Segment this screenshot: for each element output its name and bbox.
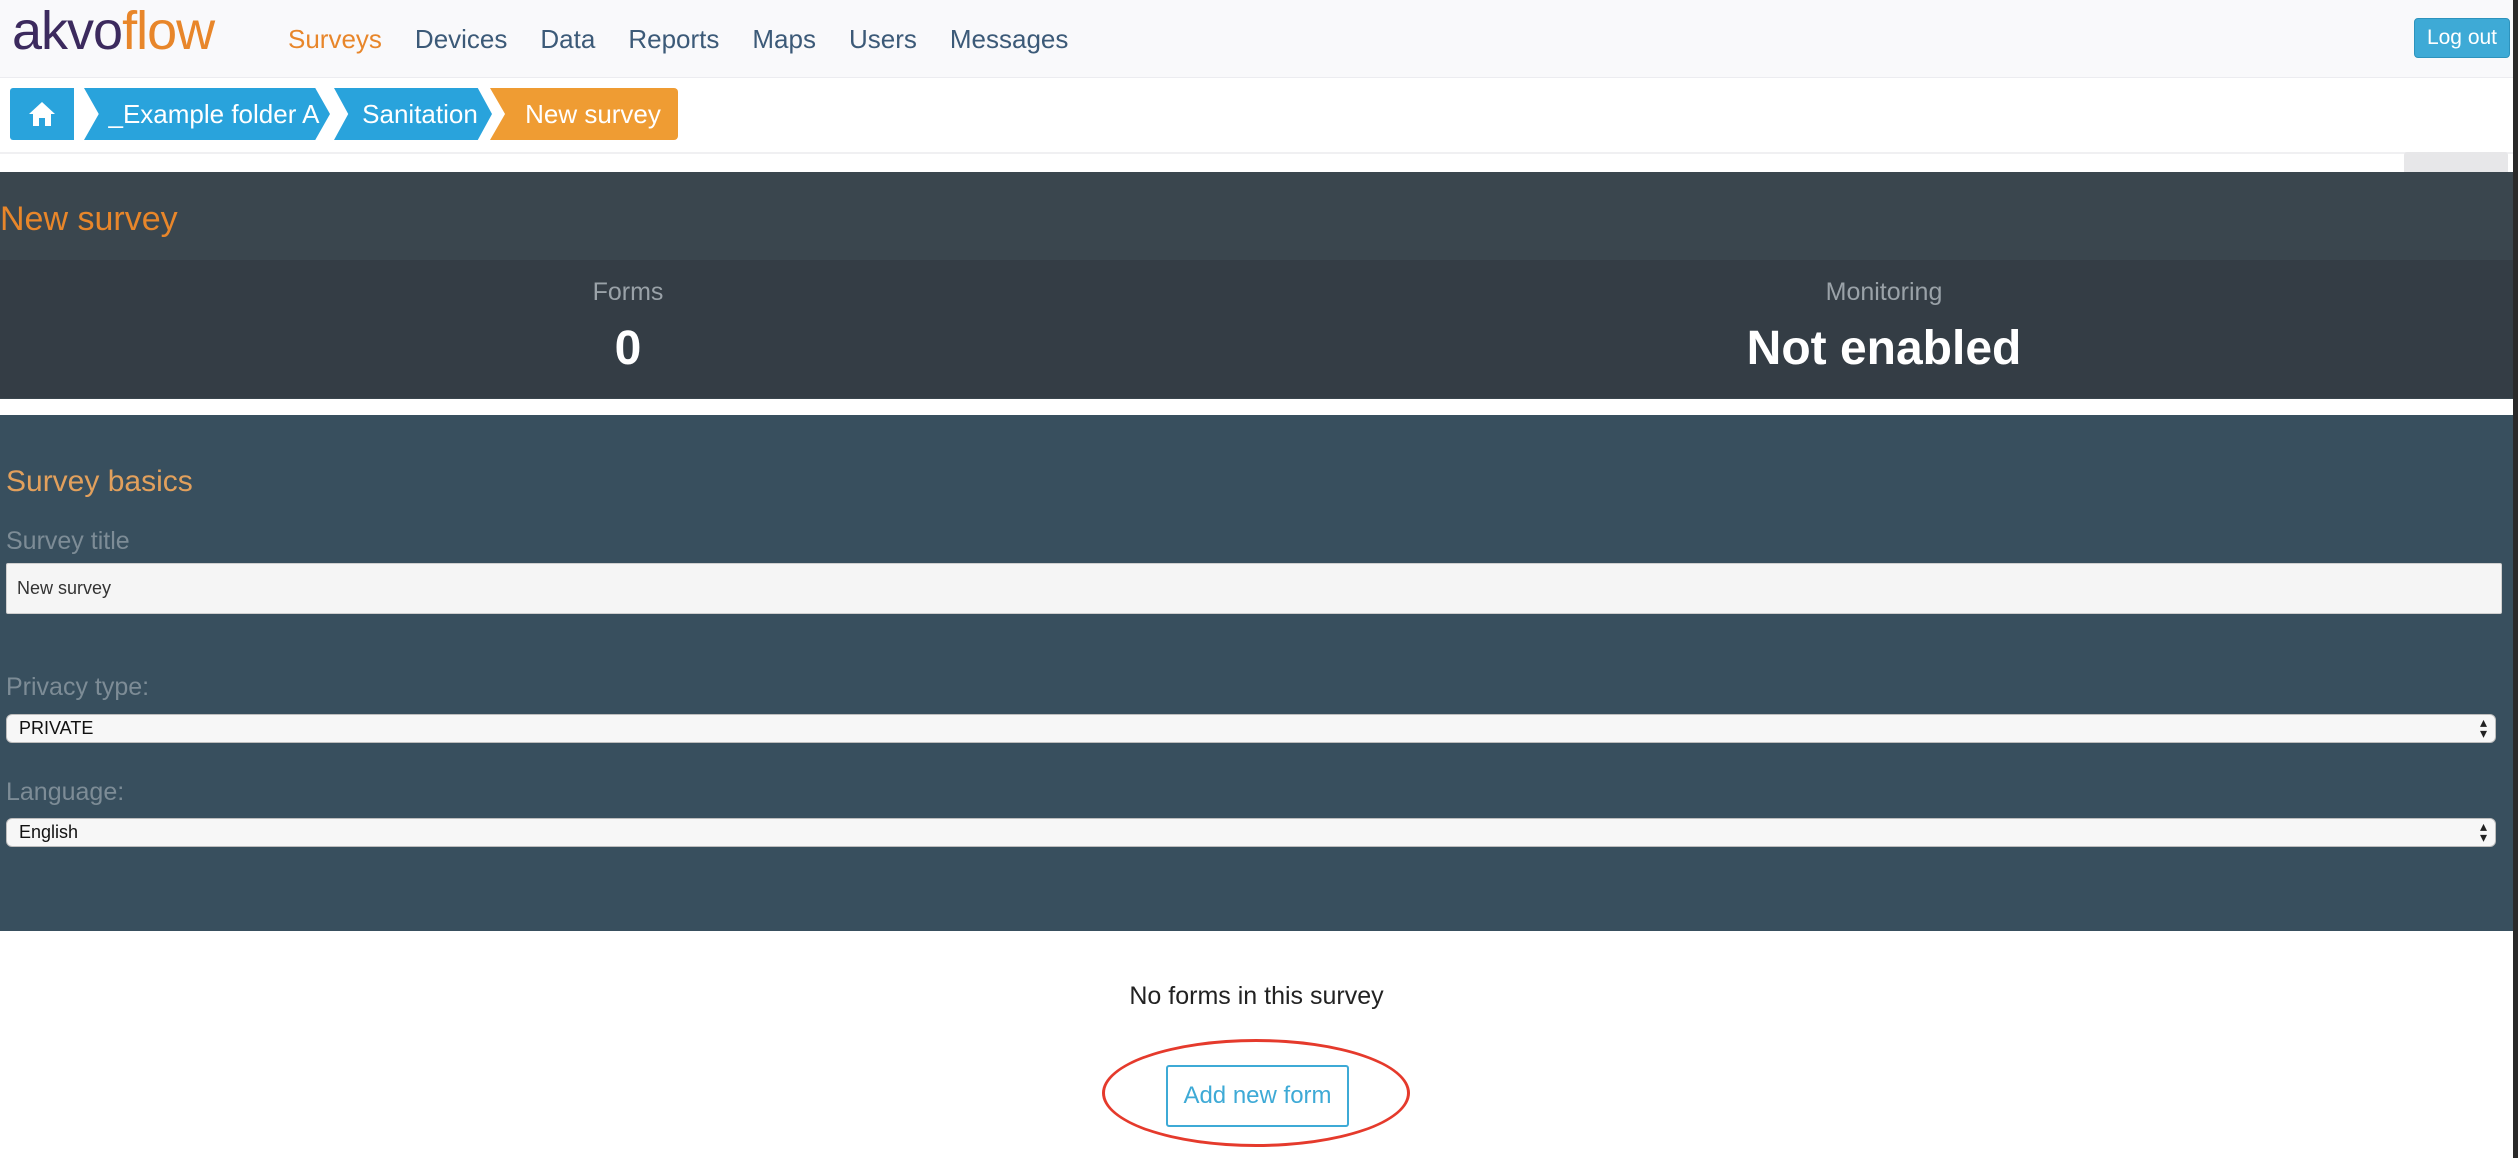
survey-title-label: Survey title (6, 527, 130, 555)
survey-header: New survey Forms 0 Monitoring Not enable… (0, 172, 2513, 399)
select-arrows-icon: ▴ ▾ (2479, 818, 2487, 845)
window-edge (2513, 0, 2518, 1158)
language-label: Language: (6, 778, 125, 806)
nav-surveys[interactable]: Surveys (288, 22, 382, 56)
add-new-form-button[interactable]: Add new form (1166, 1065, 1349, 1127)
monitoring-stat-value: Not enabled (1746, 322, 2022, 375)
breadcrumb-current-survey: New survey (490, 88, 678, 140)
language-value: English (19, 822, 79, 842)
forms-stat: Forms 0 (0, 260, 1256, 376)
akvoflow-logo[interactable]: akvoflow (12, 0, 215, 62)
app-window: akvoflow Surveys Devices Data Reports Ma… (0, 0, 2518, 1158)
breadcrumb-sanitation[interactable]: Sanitation (334, 88, 492, 140)
nav-maps[interactable]: Maps (752, 22, 816, 56)
survey-title: New survey (0, 200, 178, 238)
breadcrumb-example-folder[interactable]: _Example folder A (84, 88, 330, 140)
logout-button[interactable]: Log out (2414, 18, 2510, 58)
monitoring-stat: Monitoring Not enabled (1256, 260, 2512, 376)
no-forms-message: No forms in this survey (1129, 982, 1384, 1010)
nav-devices[interactable]: Devices (415, 22, 507, 56)
nav-data[interactable]: Data (540, 22, 595, 56)
privacy-type-label: Privacy type: (6, 673, 150, 701)
forms-stat-label: Forms (592, 278, 664, 306)
breadcrumb-home[interactable] (10, 88, 74, 140)
top-header: akvoflow Surveys Devices Data Reports Ma… (0, 0, 2513, 78)
survey-stats: Forms 0 Monitoring Not enabled (0, 260, 2513, 398)
nav-reports[interactable]: Reports (628, 22, 719, 56)
privacy-type-value: PRIVATE (19, 718, 94, 738)
survey-basics-panel: Survey basics Survey title New survey Pr… (0, 415, 2513, 931)
survey-basics-heading: Survey basics (6, 465, 193, 498)
language-select[interactable]: English ▴ ▾ (6, 818, 2496, 847)
nav-users[interactable]: Users (849, 22, 917, 56)
privacy-type-select[interactable]: PRIVATE ▴ ▾ (6, 714, 2496, 743)
nav-messages[interactable]: Messages (950, 22, 1069, 56)
monitoring-stat-label: Monitoring (1825, 278, 1943, 306)
forms-stat-value: 0 (614, 322, 642, 375)
survey-title-input[interactable]: New survey (6, 563, 2502, 614)
home-icon (29, 102, 55, 126)
main-nav: Surveys Devices Data Reports Maps Users … (288, 22, 1101, 56)
breadcrumb: _Example folder A Sanitation New survey … (0, 78, 2513, 214)
select-arrows-icon: ▴ ▾ (2479, 714, 2487, 741)
